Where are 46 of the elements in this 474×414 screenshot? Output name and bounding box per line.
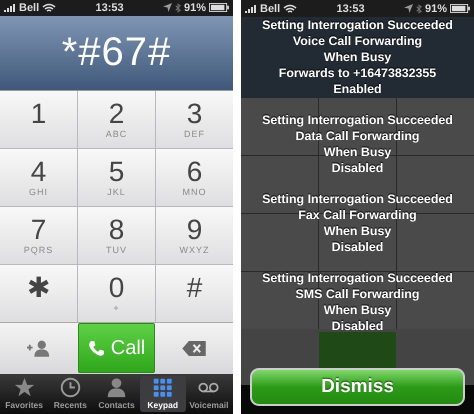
alert-message: Setting Interrogation Succeeded SMS Call Forwarding When Busy Disabled bbox=[262, 270, 453, 334]
wifi-icon bbox=[42, 2, 56, 13]
keypad-icon bbox=[152, 376, 174, 398]
location-icon bbox=[404, 4, 413, 13]
tab-bar-item[interactable]: Favorites bbox=[1, 376, 48, 412]
bluetooth-icon bbox=[174, 2, 181, 13]
battery-icon bbox=[209, 3, 229, 12]
signal-icon bbox=[4, 4, 16, 12]
tab-bar-item[interactable]: Keypad bbox=[140, 376, 186, 412]
tab-bar-item[interactable]: Recents bbox=[47, 376, 94, 412]
dial-key[interactable]: 0 + bbox=[78, 264, 155, 322]
add-contact-icon bbox=[27, 340, 51, 357]
dial-key[interactable]: 4 GHI bbox=[0, 148, 77, 206]
alert-message: Setting Interrogation Succeeded Voice Call Forwarding When Busy Forwards to +16473832355 Enabled bbox=[262, 17, 453, 97]
dial-key[interactable]: # bbox=[156, 264, 233, 322]
clock-time: 13:53 bbox=[336, 2, 366, 14]
person-icon bbox=[106, 376, 127, 398]
dial-key[interactable]: 5 JKL bbox=[78, 148, 155, 206]
dial-key[interactable]: 8 TUV bbox=[78, 206, 155, 264]
phone-icon bbox=[88, 340, 105, 357]
bluetooth-icon bbox=[416, 4, 422, 14]
dial-key[interactable]: 1 bbox=[0, 90, 77, 148]
alert-message: Setting Interrogation Succeeded Data Call Forwarding When Busy Disabled bbox=[262, 112, 453, 176]
tab-bar-item[interactable]: Contacts bbox=[93, 376, 140, 412]
battery-percent: 91% bbox=[424, 2, 447, 14]
dial-key[interactable]: 3 DEF bbox=[156, 90, 233, 148]
dial-key[interactable]: 7 PQRS bbox=[0, 206, 77, 264]
dial-key[interactable]: 9 WXYZ bbox=[156, 206, 233, 264]
dial-key[interactable]: 2 ABC bbox=[78, 90, 155, 148]
clock-icon bbox=[60, 376, 81, 398]
clock-time: 13:53 bbox=[94, 2, 125, 14]
battery-percent: 91% bbox=[184, 2, 206, 14]
location-icon bbox=[162, 3, 172, 12]
carrier-name: Bell bbox=[260, 2, 280, 14]
carrier-name: Bell bbox=[19, 2, 40, 14]
battery-icon bbox=[450, 4, 470, 13]
star-icon bbox=[14, 376, 35, 398]
dial-key[interactable]: ✱ bbox=[0, 264, 77, 322]
tab-bar-item[interactable]: Voicemail bbox=[186, 376, 232, 412]
dismiss-button[interactable]: Dismiss bbox=[250, 368, 465, 406]
backspace-icon bbox=[182, 340, 206, 356]
wifi-icon bbox=[283, 4, 298, 14]
dial-key[interactable]: 6 MNO bbox=[156, 148, 233, 206]
dialed-number: *#67# bbox=[62, 30, 172, 76]
signal-icon bbox=[245, 4, 257, 12]
alert-message: Setting Interrogation Succeeded Fax Call Forwarding When Busy Disabled bbox=[262, 191, 453, 255]
